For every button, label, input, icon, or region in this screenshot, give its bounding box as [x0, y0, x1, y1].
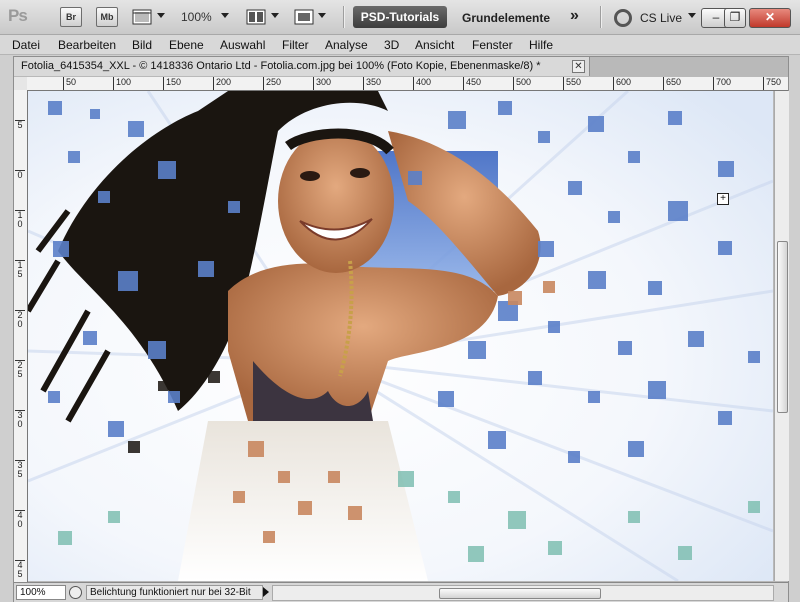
chevron-down-icon[interactable] [271, 13, 279, 18]
ruler-tick: 200 [213, 77, 231, 90]
horizontal-scroll-thumb[interactable] [439, 588, 601, 599]
ruler-tick: 5 [15, 120, 25, 130]
ruler-tick: 750 [763, 77, 781, 90]
document-title: Fotolia_6415354_XXL - © 1418336 Ontario … [21, 60, 541, 72]
menu-hilfe[interactable]: Hilfe [529, 38, 553, 52]
vertical-scroll-thumb[interactable] [777, 241, 788, 413]
cs-live-icon[interactable] [614, 9, 632, 27]
menu-bild[interactable]: Bild [132, 38, 152, 52]
restore-button[interactable]: ❐ [724, 8, 746, 28]
ruler-origin[interactable] [14, 77, 28, 91]
ruler-tick: 1 0 [15, 210, 25, 229]
menu-bar: Datei Bearbeiten Bild Ebene Auswahl Filt… [0, 35, 800, 55]
ruler-tick: 350 [363, 77, 381, 90]
mini-bridge-button[interactable]: Mb [96, 7, 118, 27]
workspace-psd-tutorials[interactable]: PSD-Tutorials [353, 6, 447, 28]
ruler-tick: 300 [313, 77, 331, 90]
chevron-down-icon[interactable] [318, 13, 326, 18]
image-canvas[interactable] [28, 91, 773, 581]
photo-artwork [28, 91, 773, 581]
ruler-tick: 4 5 [15, 560, 25, 579]
bridge-button[interactable]: Br [60, 7, 82, 27]
menu-ansicht[interactable]: Ansicht [415, 38, 454, 52]
menu-datei[interactable]: Datei [12, 38, 40, 52]
close-button[interactable]: ✕ [749, 8, 791, 28]
horizontal-scrollbar[interactable] [272, 585, 774, 601]
status-bar: 100% Belichtung funktioniert nur bei 32-… [14, 582, 788, 602]
play-arrow-icon[interactable] [263, 587, 269, 597]
menu-fenster[interactable]: Fenster [472, 38, 513, 52]
menu-auswahl[interactable]: Auswahl [220, 38, 265, 52]
separator [600, 6, 602, 28]
photoshop-logo: Ps [8, 6, 28, 25]
crosshair-cursor-icon: + [717, 193, 729, 205]
document-tab[interactable]: Fotolia_6415354_XXL - © 1418336 Ontario … [14, 57, 590, 76]
ruler-tick: 450 [463, 77, 481, 90]
vertical-scrollbar[interactable] [774, 91, 789, 581]
ruler-tick: 250 [263, 77, 281, 90]
chevron-down-icon[interactable] [688, 13, 696, 18]
application-bar: Ps Br Mb 100% PSD-Tutorials Grundelement… [0, 0, 800, 35]
more-workspaces-icon[interactable]: » [570, 7, 579, 25]
ruler-tick: 500 [513, 77, 531, 90]
screen-mode-icon[interactable] [294, 8, 314, 26]
ruler-tick: 50 [63, 77, 76, 90]
ruler-tick: 1 5 [15, 260, 25, 279]
workspace-grundelemente[interactable]: Grundelemente [462, 11, 550, 25]
ruler-tick: 650 [663, 77, 681, 90]
zoom-select[interactable]: 100% [181, 10, 212, 24]
menu-3d[interactable]: 3D [384, 38, 399, 52]
ruler-tick: 400 [413, 77, 431, 90]
ruler-tick: 0 [15, 170, 25, 180]
arrange-documents-icon[interactable] [246, 8, 266, 26]
clock-icon [69, 586, 82, 599]
zoom-field[interactable]: 100% [16, 585, 66, 600]
menu-bearbeiten[interactable]: Bearbeiten [58, 38, 116, 52]
status-message[interactable]: Belichtung funktioniert nur bei 32-Bit [86, 585, 263, 600]
ruler-tick: 550 [563, 77, 581, 90]
ruler-tick: 3 5 [15, 460, 25, 479]
vertical-ruler[interactable]: 5 0 1 0 1 5 2 0 2 5 3 0 3 5 4 0 4 5 [14, 90, 28, 582]
menu-filter[interactable]: Filter [282, 38, 309, 52]
chevron-down-icon[interactable] [157, 13, 165, 18]
frame-icon[interactable] [132, 8, 152, 26]
ruler-tick: 600 [613, 77, 631, 90]
ruler-tick: 100 [113, 77, 131, 90]
cs-live-button[interactable]: CS Live [640, 11, 682, 25]
ruler-tick: 700 [713, 77, 731, 90]
ruler-tick: 150 [163, 77, 181, 90]
ruler-tick: 2 0 [15, 310, 25, 329]
ruler-tick: 2 5 [15, 360, 25, 379]
menu-analyse[interactable]: Analyse [325, 38, 368, 52]
chevron-down-icon[interactable] [221, 13, 229, 18]
ruler-tick: 4 0 [15, 510, 25, 529]
close-document-icon[interactable]: ✕ [572, 60, 585, 73]
horizontal-ruler[interactable]: 50 100 150 200 250 300 350 400 450 500 5… [27, 77, 788, 91]
document-window: Fotolia_6415354_XXL - © 1418336 Ontario … [13, 56, 789, 602]
ruler-tick: 3 0 [15, 410, 25, 429]
menu-ebene[interactable]: Ebene [169, 38, 204, 52]
separator [343, 6, 345, 28]
